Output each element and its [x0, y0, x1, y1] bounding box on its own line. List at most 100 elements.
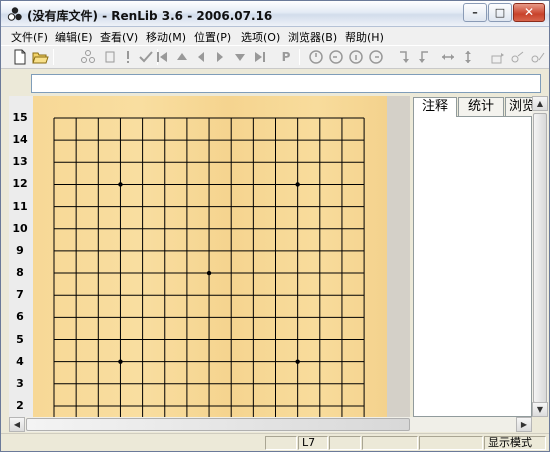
menu-view[interactable]: 查看(V) — [100, 29, 138, 45]
scroll-up-icon: ▲ — [536, 99, 544, 108]
scroll-down-button[interactable]: ▼ — [532, 402, 548, 417]
flip-down-button[interactable] — [395, 48, 413, 66]
row-coordinate-label: 4 — [16, 354, 24, 368]
rotate-right-icon — [369, 50, 383, 64]
row-coordinate-label: 9 — [16, 243, 24, 257]
row-coordinate-label: 10 — [12, 221, 28, 235]
exclaim-icon — [127, 51, 129, 63]
row-coordinate-label: 14 — [12, 133, 28, 147]
scroll-right-icon: ▶ — [520, 420, 528, 429]
maximize-icon: □ — [494, 6, 506, 19]
menu-edit[interactable]: 编辑(E) — [55, 29, 93, 45]
flip-down-icon — [400, 51, 409, 63]
row-coordinate-label: 11 — [12, 199, 28, 213]
minimize-button[interactable]: – — [463, 3, 487, 22]
gomoku-board[interactable] — [33, 96, 387, 417]
library-settings-button[interactable] — [529, 48, 547, 66]
scroll-down-icon: ▼ — [536, 405, 544, 414]
down-button[interactable] — [231, 48, 249, 66]
row-coordinate-label: 2 — [16, 398, 24, 412]
row-coordinates: 15 14 13 12 11 10 9 8 7 6 5 4 3 2 — [9, 96, 33, 417]
first-move-button[interactable] — [153, 48, 171, 66]
vertical-scrollbar[interactable]: ▲ ▼ — [532, 96, 548, 417]
horizontal-scrollbar[interactable]: ◀ ▶ — [9, 417, 532, 432]
vertical-scroll-thumb[interactable] — [533, 113, 547, 403]
first-move-icon — [157, 52, 167, 62]
rotate-info-button[interactable] — [347, 48, 365, 66]
branch-button[interactable] — [79, 48, 97, 66]
mark-icon — [105, 51, 115, 63]
library-icon — [491, 53, 504, 64]
mirror-horizontal-button[interactable] — [439, 48, 457, 66]
horizontal-scroll-thumb[interactable] — [26, 418, 410, 431]
scroll-left-button[interactable]: ◀ — [9, 417, 25, 432]
menu-file[interactable]: 文件(F) — [11, 29, 48, 45]
pass-button[interactable]: P — [277, 48, 295, 66]
rotate-right-button[interactable] — [367, 48, 385, 66]
exclaim-button[interactable] — [119, 48, 137, 66]
comment-input[interactable] — [31, 74, 541, 93]
title-bar[interactable]: (没有库文件) - RenLib 3.6 - 2006.07.16 – □ ✕ — [1, 1, 549, 27]
mirror-horizontal-icon — [442, 54, 454, 60]
last-move-button[interactable] — [251, 48, 269, 66]
menu-position[interactable]: 位置(P) — [194, 29, 231, 45]
row-coordinate-label: 13 — [12, 155, 28, 169]
status-cell — [265, 436, 297, 450]
new-file-button[interactable] — [11, 48, 29, 66]
mark-button[interactable] — [101, 48, 119, 66]
mirror-vertical-icon — [465, 51, 471, 63]
flip-up-icon — [419, 51, 428, 63]
scroll-right-button[interactable]: ▶ — [516, 417, 532, 432]
rotate-left-button[interactable] — [327, 48, 345, 66]
mirror-vertical-button[interactable] — [459, 48, 477, 66]
forward-button[interactable] — [211, 48, 229, 66]
forward-icon — [217, 52, 223, 62]
toolbar: P — [1, 45, 549, 69]
star-point — [118, 359, 123, 364]
up-icon — [177, 53, 187, 60]
back-button[interactable] — [192, 48, 210, 66]
scroll-left-icon: ◀ — [13, 420, 21, 429]
star-point — [118, 182, 123, 187]
branch-icon — [81, 50, 95, 63]
row-coordinate-label: 6 — [16, 310, 24, 324]
app-window: (没有库文件) - RenLib 3.6 - 2006.07.16 – □ ✕ … — [0, 0, 550, 452]
close-button[interactable]: ✕ — [513, 3, 545, 22]
menu-browser[interactable]: 浏览器(B) — [288, 29, 337, 45]
comment-panel-body[interactable] — [413, 116, 532, 417]
info-panel: 注释 统计 浏览 — [412, 96, 539, 417]
star-point — [206, 270, 212, 276]
status-cell — [362, 436, 418, 450]
library-button[interactable] — [489, 48, 507, 66]
toolbar-separator — [53, 49, 54, 65]
row-coordinate-label: 7 — [16, 288, 24, 302]
tab-comment[interactable]: 注释 — [413, 97, 457, 117]
close-icon: ✕ — [523, 5, 535, 19]
open-folder-icon — [32, 52, 49, 64]
menu-move[interactable]: 移动(M) — [146, 29, 186, 45]
row-coordinate-label: 8 — [16, 266, 24, 280]
minimize-icon: – — [472, 6, 478, 19]
rotate-left-icon — [329, 50, 343, 64]
flip-up-button[interactable] — [415, 48, 433, 66]
scroll-up-button[interactable]: ▲ — [532, 96, 548, 111]
status-mode: 显示模式 — [484, 436, 546, 450]
maximize-button[interactable]: □ — [488, 3, 512, 22]
library-search-button[interactable] — [509, 48, 527, 66]
menu-options[interactable]: 选项(O) — [241, 29, 280, 45]
library-search-icon — [511, 51, 524, 63]
rotate-info-icon — [349, 50, 363, 64]
clock-button[interactable] — [307, 48, 325, 66]
tab-statistics[interactable]: 统计 — [458, 97, 504, 116]
row-coordinate-label: 12 — [12, 177, 28, 191]
status-bar: L7 显示模式 — [1, 433, 549, 451]
open-button[interactable] — [31, 48, 49, 66]
star-point — [295, 359, 300, 364]
board-grid[interactable] — [33, 96, 387, 417]
back-icon — [198, 52, 204, 62]
row-coordinate-label: 15 — [12, 111, 28, 124]
menu-bar: 文件(F) 编辑(E) 查看(V) 移动(M) 位置(P) 选项(O) 浏览器(… — [1, 27, 549, 45]
menu-help[interactable]: 帮助(H) — [345, 29, 384, 45]
up-button[interactable] — [173, 48, 191, 66]
row-coordinate-label: 5 — [16, 332, 24, 346]
